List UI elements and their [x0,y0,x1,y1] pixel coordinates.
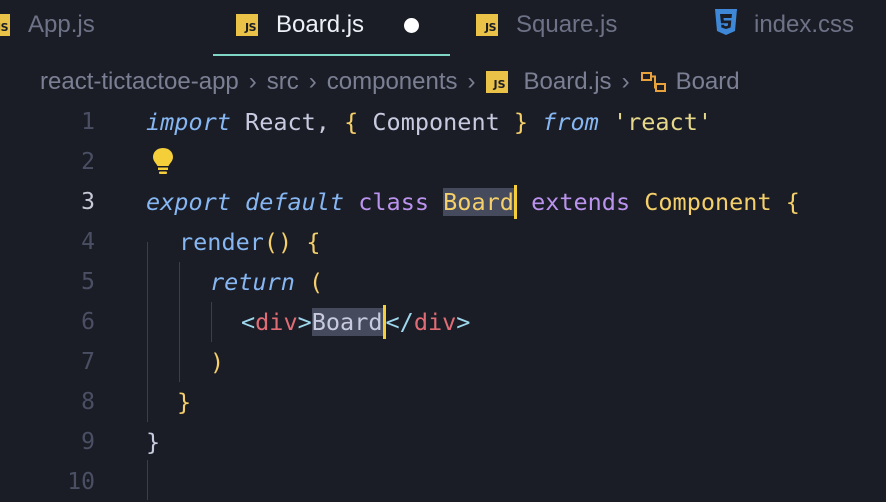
identifier: Component [644,188,772,216]
keyword: from [542,108,599,136]
brace: } [146,428,161,456]
js-icon: JS [236,14,258,36]
keyword: class [358,188,429,216]
code-line: 8 } [0,382,886,422]
code-text: return ( [210,262,323,302]
code-text: <div>Board </div> [241,302,470,342]
code-text: import React, { Component } from 'react' [146,102,712,142]
code-text: } [146,422,160,462]
line-number: 2 [81,149,95,175]
jsx-text-highlighted: Board [311,308,383,336]
tab-app-js[interactable]: JS App.js [0,0,95,50]
code-line: 1 import React, { Component } from 'reac… [0,102,886,142]
tab-bar: JS App.js JS Board.js JS Square.js index… [0,0,886,58]
lightbulb-icon[interactable] [150,146,176,181]
tab-board-js[interactable]: JS Board.js [236,0,420,50]
method-name: render [179,228,264,256]
code-line: 4 render() { [0,222,886,262]
code-text: export default class Board extends Compo… [146,182,800,222]
code-line: 10 [0,462,886,502]
code-line: 6 <div>Board </div> [0,302,886,342]
active-tab-indicator [213,54,450,56]
line-number: 8 [81,389,95,415]
keyword: extends [531,188,631,216]
chevron-right-icon: › [308,68,317,95]
code-text: render() { [179,222,321,262]
tab-label: Board.js [276,11,365,38]
js-icon: JS [0,14,10,36]
chevron-right-icon: › [248,68,257,95]
chevron-right-icon: › [467,68,476,95]
code-editor[interactable]: 1 import React, { Component } from 'reac… [0,102,886,500]
unsaved-dot-icon[interactable] [404,17,420,33]
breadcrumb: react-tictactoe-app › src › components ›… [40,62,740,102]
breadcrumb-item-src[interactable]: src [267,68,299,96]
breadcrumb-item-symbol[interactable]: Board [676,68,740,96]
identifier: React, [245,108,330,136]
tab-label: App.js [28,11,95,38]
code-text: ) [210,342,224,382]
line-number: 4 [81,229,95,255]
tag-name: div [413,308,457,336]
tab-square-js[interactable]: JS Square.js [476,0,617,50]
breadcrumb-item-project[interactable]: react-tictactoe-app [40,68,239,96]
text-cursor [513,184,517,219]
code-line: 3 export default class Board extends Com… [0,182,886,222]
code-text: } [177,382,191,422]
line-number: 10 [67,469,95,495]
tab-label: index.css [754,11,855,38]
code-line: 9 } [0,422,886,462]
code-line: 5 return ( [0,262,886,302]
tab-label: Square.js [516,11,618,38]
parens: () [263,228,293,256]
line-number: 7 [81,349,95,375]
breadcrumb-item-components[interactable]: components [327,68,458,96]
tag-name: div [255,308,298,336]
js-icon: JS [485,71,508,93]
brace: } [177,388,192,416]
code-line: 2 [0,142,886,182]
js-icon: JS [476,14,498,36]
tag-bracket: > [456,308,471,336]
tag-bracket: </ [385,308,414,336]
line-number: 5 [81,269,95,295]
keyword: default [245,188,345,216]
class-name-highlighted: Board [443,188,514,216]
brace: { [306,228,321,256]
brace: } [513,108,529,136]
line-number: 3 [81,189,95,215]
line-number: 1 [81,109,95,135]
brace: { [344,108,359,136]
brace: { [785,188,800,216]
tag-bracket: < [241,308,256,336]
class-symbol-icon [640,70,668,94]
tag-bracket: > [297,308,312,336]
paren: ( [309,268,324,296]
css-icon [714,8,738,42]
line-number: 6 [81,309,95,335]
keyword: import [146,108,231,136]
keyword: return [210,268,295,296]
keyword: export [146,188,231,216]
paren: ) [210,348,225,376]
breadcrumb-item-file[interactable]: Board.js [524,68,612,96]
identifier: Component [372,108,500,136]
tab-index-css[interactable]: index.css [714,0,854,50]
line-number: 9 [81,429,95,455]
chevron-right-icon: › [621,68,630,95]
code-line: 7 ) [0,342,886,382]
string-literal: 'react' [612,108,713,136]
